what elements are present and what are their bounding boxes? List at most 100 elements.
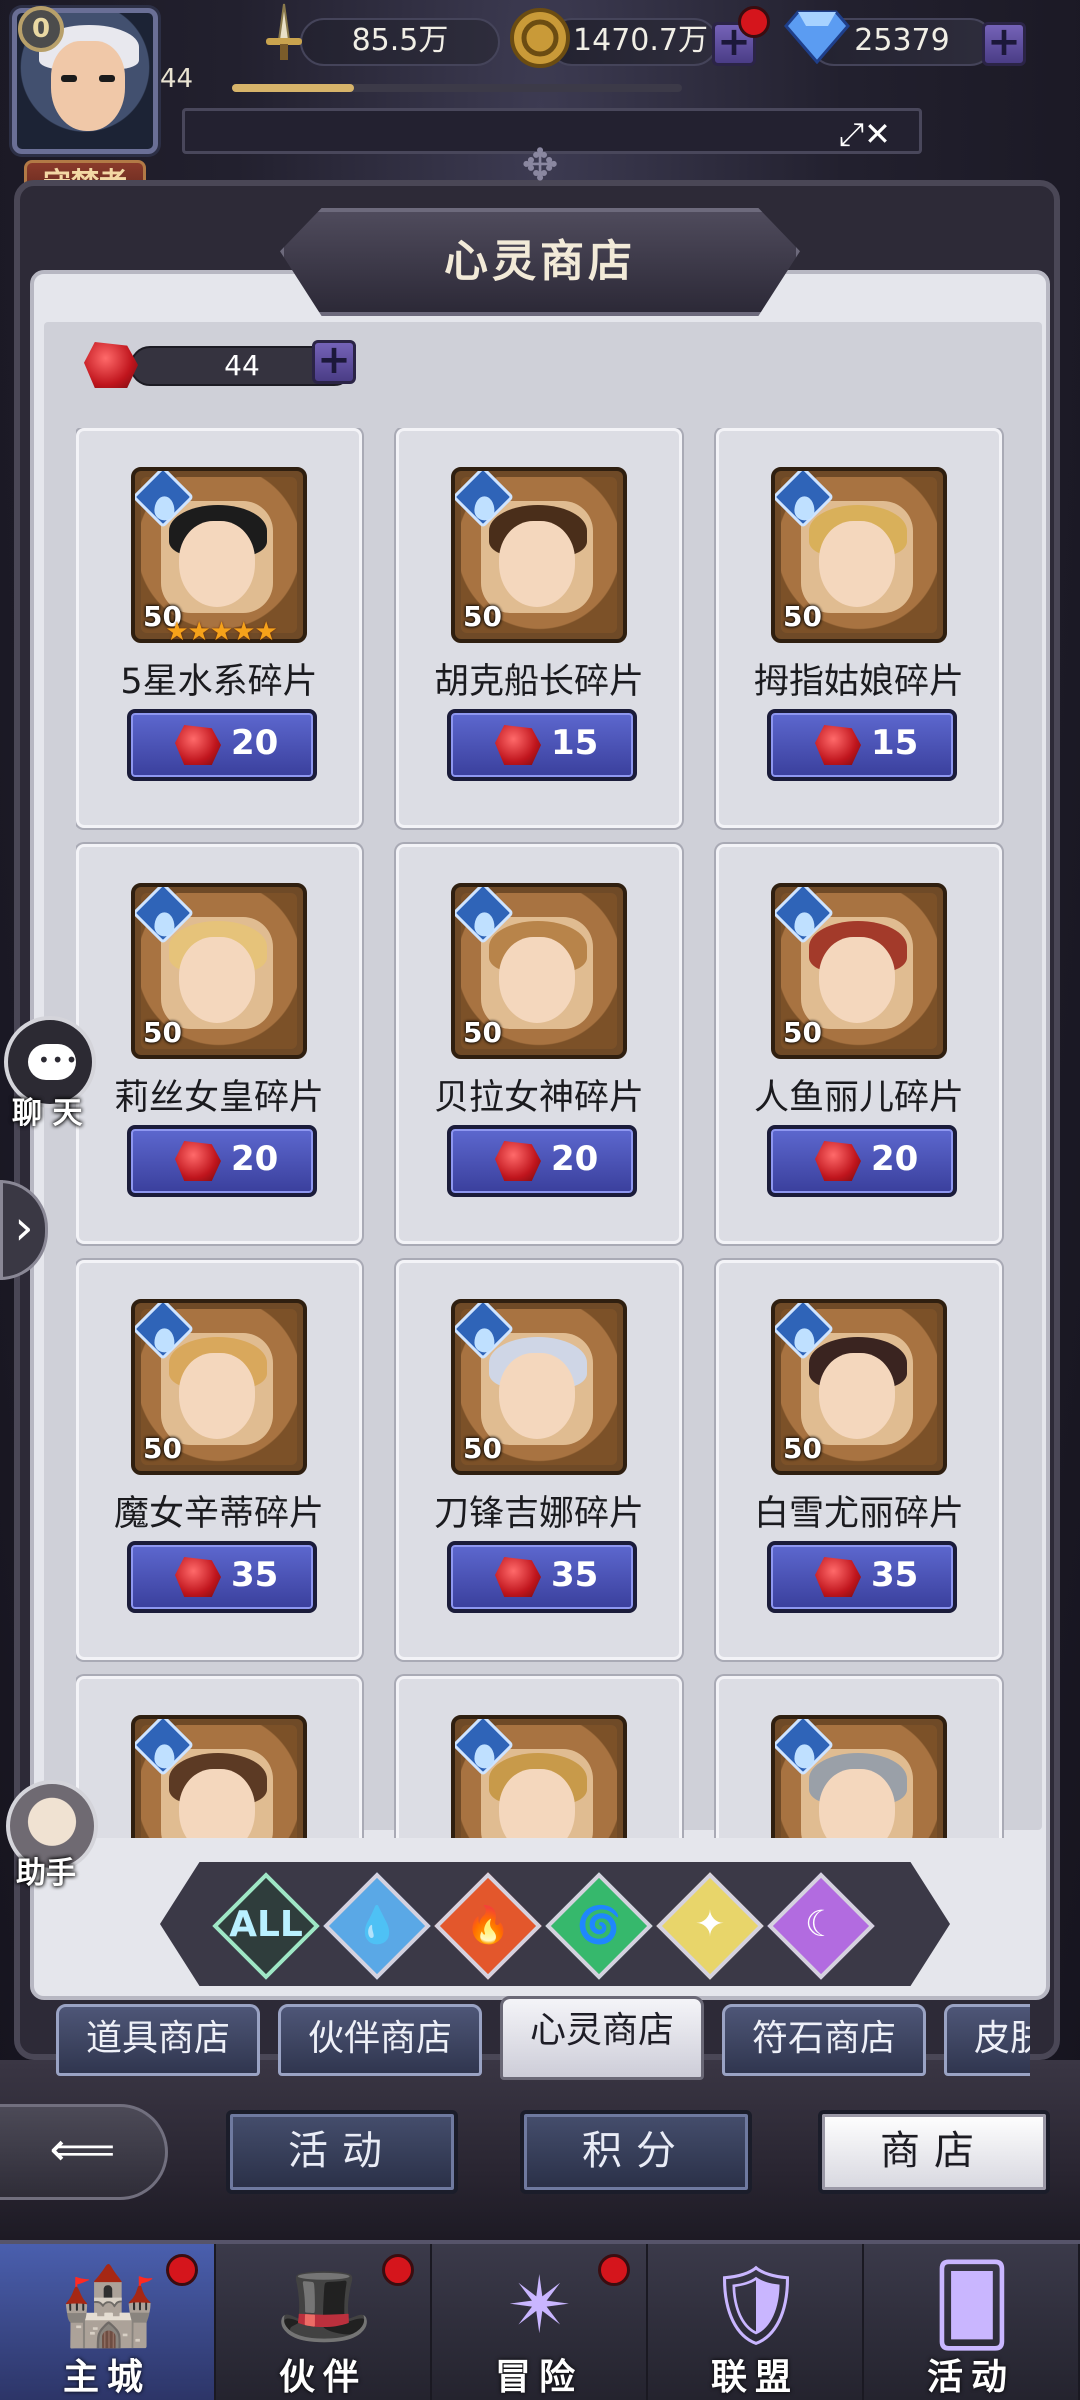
filter-label: ALL bbox=[229, 1904, 303, 1945]
element-filter-3[interactable]: 🌀 bbox=[545, 1872, 653, 1980]
item-price: 35 bbox=[871, 1555, 919, 1595]
bottom-nav-item-0[interactable]: 🏰 主城 bbox=[0, 2244, 216, 2400]
shop-tab-3[interactable]: 符石商店 bbox=[722, 2004, 926, 2076]
shop-item-card[interactable]: 50 ★★★★★ 5星水系碎片 20 bbox=[76, 428, 362, 828]
shop-item-card[interactable]: 50 胡克船长碎片 15 bbox=[396, 428, 682, 828]
player-level: 44 bbox=[160, 64, 194, 94]
item-level: 50 bbox=[783, 1016, 822, 1049]
shop-currency-add-button[interactable]: + bbox=[312, 340, 356, 384]
element-filter-1[interactable]: 💧 bbox=[323, 1872, 431, 1980]
item-level: 50 bbox=[143, 1016, 182, 1049]
shop-tab-2[interactable]: 心灵商店 bbox=[500, 1996, 704, 2080]
filter-label: ☾ bbox=[804, 1904, 838, 1945]
red-crystal-icon bbox=[815, 725, 861, 765]
item-name: 魔女辛蒂碎片 bbox=[113, 1494, 324, 1534]
diamond-add-button[interactable]: + bbox=[982, 22, 1026, 66]
red-crystal-icon bbox=[495, 1141, 541, 1181]
item-name: 白雪尤丽碎片 bbox=[753, 1494, 964, 1534]
buy-button[interactable]: 20 bbox=[447, 1125, 637, 1197]
hero-face bbox=[819, 1353, 895, 1439]
crest-ornament-icon: ✥ bbox=[521, 140, 559, 191]
item-portrait bbox=[771, 1715, 947, 1838]
item-portrait: 50 bbox=[771, 467, 947, 643]
red-crystal-icon bbox=[175, 1141, 221, 1181]
hero-face bbox=[499, 521, 575, 607]
hero-face bbox=[179, 521, 255, 607]
item-price: 20 bbox=[231, 1139, 279, 1179]
bottom-nav-item-3[interactable]: 🛡 联盟 bbox=[648, 2244, 864, 2400]
item-portrait: 50 bbox=[771, 1299, 947, 1475]
back-arrow-icon[interactable]: ⟸ bbox=[0, 2104, 168, 2200]
element-filter-0[interactable]: ALL bbox=[212, 1872, 320, 1980]
shop-tabs: 道具商店伙伴商店心灵商店符石商店皮肤商店 bbox=[52, 1996, 1030, 2082]
subnav-button-1[interactable]: 积分 bbox=[520, 2110, 752, 2194]
shop-title: 心灵商店 bbox=[280, 208, 800, 316]
item-grid: 50 ★★★★★ 5星水系碎片 20 50 胡克船长碎片 15 50 拇指姑娘碎片 15 50 莉丝女… bbox=[76, 428, 1006, 1838]
item-name: 莉丝女皇碎片 bbox=[113, 1078, 324, 1118]
item-name: 人鱼丽儿碎片 bbox=[753, 1078, 964, 1118]
shop-item-card[interactable]: 50 拇指姑娘碎片 15 bbox=[716, 428, 1002, 828]
item-portrait: 50 bbox=[451, 883, 627, 1059]
subnav-button-2[interactable]: 商店 bbox=[818, 2110, 1050, 2194]
buy-button[interactable]: 20 bbox=[127, 709, 317, 781]
item-portrait bbox=[451, 1715, 627, 1838]
bottom-nav-label: 冒险 bbox=[494, 2357, 583, 2398]
hero-face bbox=[499, 1353, 575, 1439]
shop-tab-1[interactable]: 伙伴商店 bbox=[278, 2004, 482, 2076]
shop-tab-0[interactable]: 道具商店 bbox=[56, 2004, 260, 2076]
bottom-nav-item-2[interactable]: ✴ 冒险 bbox=[432, 2244, 648, 2400]
buy-button[interactable]: 35 bbox=[767, 1541, 957, 1613]
shop-item-card[interactable]: 50 人鱼丽儿碎片 20 bbox=[716, 844, 1002, 1244]
element-filter-4[interactable]: ✦ bbox=[656, 1872, 764, 1980]
buy-button[interactable]: 20 bbox=[127, 1125, 317, 1197]
item-price: 35 bbox=[551, 1555, 599, 1595]
red-crystal-icon bbox=[175, 1557, 221, 1597]
buy-button[interactable]: 35 bbox=[127, 1541, 317, 1613]
fullscreen-toggle-icon[interactable]: ⤢✕ bbox=[839, 115, 891, 154]
bottom-nav: 🏰 主城 🎩 伙伴 ✴ 冒险 🛡 联盟 🂠 活动 bbox=[0, 2240, 1080, 2400]
item-level: 50 bbox=[783, 1432, 822, 1465]
red-crystal-icon bbox=[815, 1141, 861, 1181]
red-crystal-icon bbox=[175, 725, 221, 765]
item-name: 胡克船长碎片 bbox=[433, 662, 644, 702]
castle-icon: 🏰 bbox=[59, 2261, 157, 2351]
bottom-nav-item-1[interactable]: 🎩 伙伴 bbox=[216, 2244, 432, 2400]
buy-button[interactable]: 15 bbox=[767, 709, 957, 781]
shop-tab-4[interactable]: 皮肤商店 bbox=[944, 2004, 1030, 2076]
buy-button[interactable]: 15 bbox=[447, 709, 637, 781]
compass-icon: ✴ bbox=[507, 2261, 573, 2351]
item-level: 50 bbox=[463, 600, 502, 633]
hero-face bbox=[499, 937, 575, 1023]
shop-item-card[interactable] bbox=[716, 1676, 1002, 1838]
xp-bar bbox=[232, 84, 682, 92]
red-crystal-icon bbox=[495, 725, 541, 765]
shop-item-card[interactable]: 50 莉丝女皇碎片 20 bbox=[76, 844, 362, 1244]
subnav-button-0[interactable]: 活动 bbox=[226, 2110, 458, 2194]
buy-button[interactable]: 35 bbox=[447, 1541, 637, 1613]
bottom-nav-label: 联盟 bbox=[710, 2357, 799, 2398]
avatar-eye bbox=[99, 75, 115, 82]
item-portrait bbox=[131, 1715, 307, 1838]
item-name: 刀锋吉娜碎片 bbox=[433, 1494, 644, 1534]
item-price: 35 bbox=[231, 1555, 279, 1595]
hero-face bbox=[179, 937, 255, 1023]
gold-display: 1470.7万 bbox=[548, 18, 718, 66]
shop-item-card[interactable] bbox=[396, 1676, 682, 1838]
bottom-nav-item-4[interactable]: 🂠 活动 bbox=[864, 2244, 1080, 2400]
element-filter-2[interactable]: 🔥 bbox=[434, 1872, 542, 1980]
diamond-icon bbox=[784, 10, 850, 64]
item-portrait: 50 bbox=[451, 467, 627, 643]
shop-item-card[interactable]: 50 白雪尤丽碎片 35 bbox=[716, 1260, 1002, 1660]
avatar-face bbox=[51, 41, 125, 131]
item-level: 50 bbox=[463, 1432, 502, 1465]
shop-item-card[interactable]: 50 魔女辛蒂碎片 35 bbox=[76, 1260, 362, 1660]
item-portrait: 50 bbox=[131, 1299, 307, 1475]
vip-level-badge[interactable]: 0 bbox=[18, 6, 64, 52]
shop-item-card[interactable] bbox=[76, 1676, 362, 1838]
buy-button[interactable]: 20 bbox=[767, 1125, 957, 1197]
item-name: 贝拉女神碎片 bbox=[433, 1078, 644, 1118]
shop-item-card[interactable]: 50 贝拉女神碎片 20 bbox=[396, 844, 682, 1244]
xp-bar-fill bbox=[232, 84, 354, 92]
shop-item-card[interactable]: 50 刀锋吉娜碎片 35 bbox=[396, 1260, 682, 1660]
element-filter-5[interactable]: ☾ bbox=[767, 1872, 875, 1980]
